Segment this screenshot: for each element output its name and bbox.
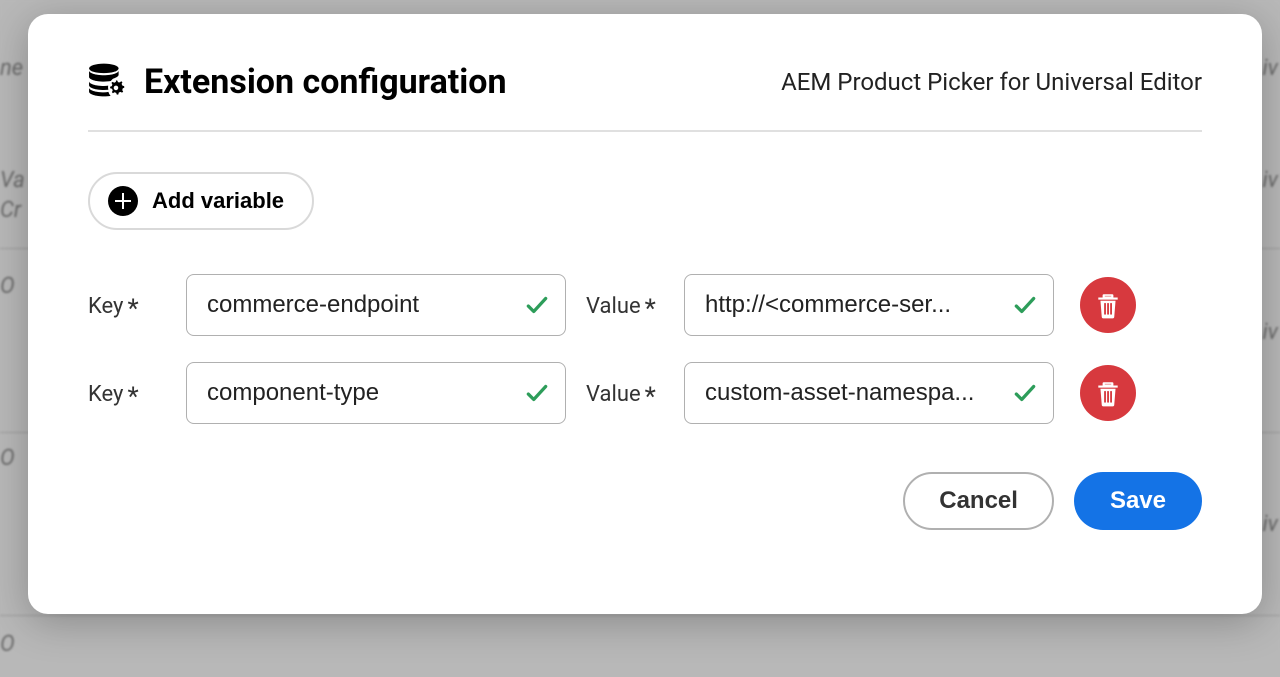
title-wrap: Extension configuration xyxy=(88,62,507,102)
value-input[interactable] xyxy=(684,274,1054,336)
modal-subtitle: AEM Product Picker for Universal Editor xyxy=(781,68,1202,96)
save-button[interactable]: Save xyxy=(1074,472,1202,530)
delete-row-button[interactable] xyxy=(1080,277,1136,333)
plus-circle-icon xyxy=(108,186,138,216)
database-gear-icon xyxy=(88,63,126,101)
value-label: Value* xyxy=(586,290,664,320)
value-input[interactable] xyxy=(684,362,1054,424)
key-label: Key* xyxy=(88,378,166,408)
modal-footer: Cancel Save xyxy=(88,472,1202,530)
modal-header: Extension configuration AEM Product Pick… xyxy=(88,62,1202,132)
variable-row: Key* Value* xyxy=(88,362,1202,424)
delete-row-button[interactable] xyxy=(1080,365,1136,421)
add-variable-label: Add variable xyxy=(152,188,284,214)
trash-icon xyxy=(1095,379,1121,407)
modal-title: Extension configuration xyxy=(144,62,507,102)
cancel-button[interactable]: Cancel xyxy=(903,472,1054,530)
key-label: Key* xyxy=(88,290,166,320)
add-variable-button[interactable]: Add variable xyxy=(88,172,314,230)
key-input[interactable] xyxy=(186,274,566,336)
variable-row: Key* Value* xyxy=(88,274,1202,336)
key-input[interactable] xyxy=(186,362,566,424)
variable-rows: Key* Value* xyxy=(88,274,1202,424)
extension-config-modal: Extension configuration AEM Product Pick… xyxy=(28,14,1262,614)
value-label: Value* xyxy=(586,378,664,408)
trash-icon xyxy=(1095,291,1121,319)
